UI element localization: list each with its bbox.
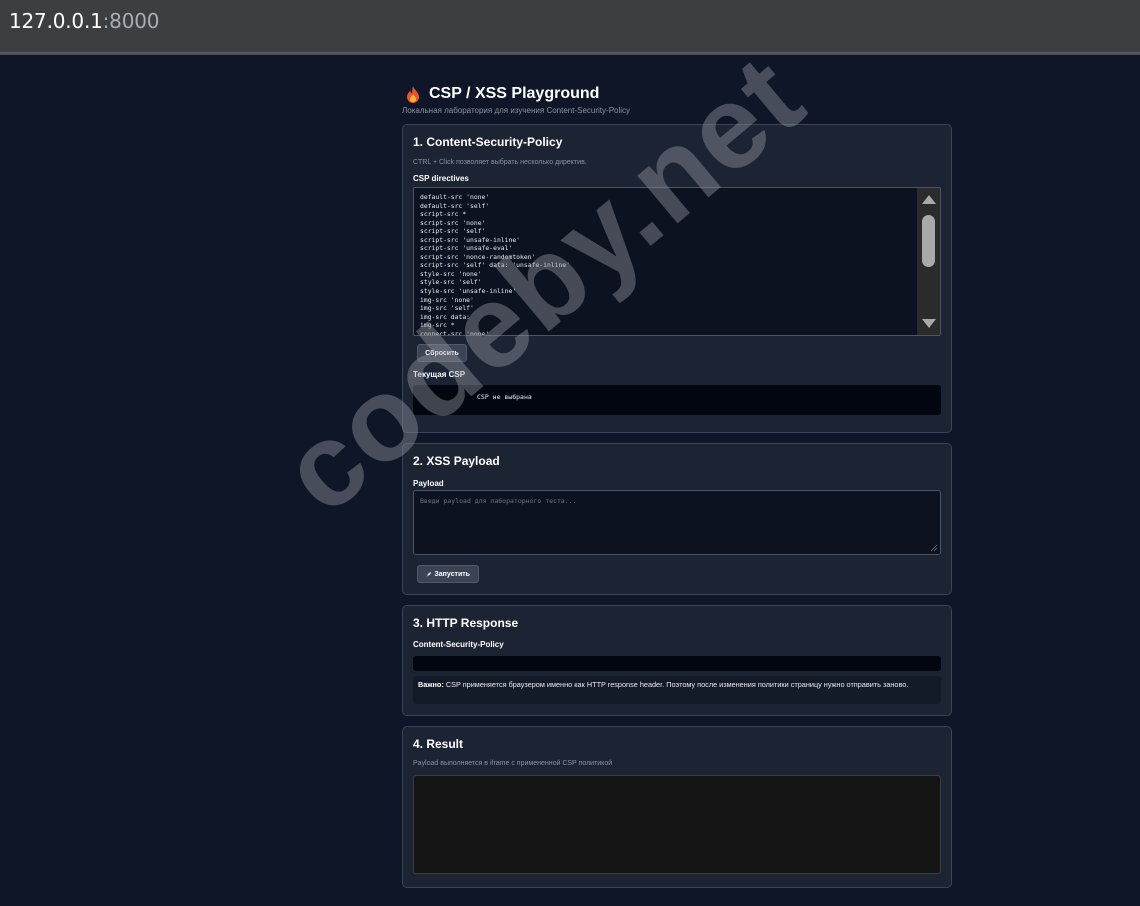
csp-directive-option[interactable]: style-src 'self' <box>420 278 570 287</box>
result-hint: Payload выполняется в iframe с примененн… <box>413 760 613 767</box>
csp-header-value-box <box>413 656 941 671</box>
csp-directive-option[interactable]: style-src 'unsafe-inline' <box>420 287 570 296</box>
run-button-label: Запустить <box>434 570 470 578</box>
current-csp-value: CSP не выбрана <box>477 393 532 401</box>
payload-section-title: 2. XSS Payload <box>413 454 500 468</box>
current-csp-label: Текущая CSP <box>413 370 466 379</box>
response-section-title: 3. HTTP Response <box>413 616 519 630</box>
csp-directive-option[interactable]: img-src data: <box>420 313 570 322</box>
csp-directives-label: CSP directives <box>413 174 469 183</box>
csp-directive-option[interactable]: script-src 'none' <box>420 219 570 228</box>
page-subtitle: Локальная лаборатория для изучения Conte… <box>402 106 631 115</box>
payload-input[interactable]: Введи payload для лабораторного теста... <box>413 490 941 555</box>
csp-directive-option[interactable]: script-src 'unsafe-inline' <box>420 236 570 245</box>
reset-button[interactable]: Сбросить <box>417 344 467 362</box>
payload-card: 2. XSS Payload Payload Введи payload для… <box>402 443 952 595</box>
csp-directive-option[interactable]: img-src 'self' <box>420 304 570 313</box>
urlbar-divider <box>0 53 1140 55</box>
csp-directive-option[interactable]: script-src * <box>420 210 570 219</box>
result-card: 4. Result Payload выполняется в iframe с… <box>402 726 952 888</box>
csp-directives-select[interactable]: default-src 'none' default-src 'self' scri… <box>413 187 941 336</box>
note-bold: Важно: <box>418 680 444 689</box>
csp-card: 1. Content-Security-Policy CTRL + Click … <box>402 124 952 433</box>
url-host: 127.0.0.1 <box>9 9 103 33</box>
result-section-title: 4. Result <box>413 737 464 751</box>
http-response-card: 3. HTTP Response Content-Security-Policy… <box>402 605 952 716</box>
csp-directive-option[interactable]: img-src 'none' <box>420 296 570 305</box>
scroll-up-arrow-icon[interactable] <box>922 195 936 204</box>
fire-icon <box>407 85 419 103</box>
resize-grip-icon[interactable] <box>930 544 938 552</box>
csp-directive-option[interactable]: script-src 'self' <box>420 227 570 236</box>
scroll-thumb[interactable] <box>922 215 935 267</box>
csp-directive-option[interactable]: script-src 'nonce-randomtoken' <box>420 253 570 262</box>
note-text: CSP применяется браузером именно как HTT… <box>443 680 909 689</box>
csp-directive-option[interactable]: style-src 'none' <box>420 270 570 279</box>
scroll-down-arrow-icon[interactable] <box>922 319 936 328</box>
csp-directive-option[interactable]: default-src 'none' <box>420 193 570 202</box>
page-title: CSP / XSS Playground <box>429 85 600 102</box>
csp-section-title: 1. Content-Security-Policy <box>413 135 563 149</box>
csp-directive-option[interactable]: img-src * <box>420 321 570 330</box>
current-csp-box: CSP не выбрана <box>413 385 941 415</box>
url-text[interactable]: 127.0.0.1:8000 <box>9 9 159 33</box>
csp-header-label: Content-Security-Policy <box>413 640 504 649</box>
csp-hint: CTRL + Click позволяет выбрать несколько… <box>413 159 587 166</box>
csp-directive-option[interactable]: script-src 'unsafe-eval' <box>420 244 570 253</box>
csp-directive-option[interactable]: script-src 'self' data: 'unsafe-inline' <box>420 261 570 270</box>
result-iframe[interactable] <box>413 775 941 874</box>
run-button[interactable]: Запустить <box>417 565 479 583</box>
csp-directives-list[interactable]: default-src 'none' default-src 'self' scri… <box>420 193 570 335</box>
payload-label: Payload <box>413 479 444 488</box>
url-port: :8000 <box>102 9 160 33</box>
csp-directive-option[interactable]: default-src 'self' <box>420 202 570 211</box>
payload-placeholder: Введи payload для лабораторного теста... <box>420 497 577 505</box>
page-header: CSP / XSS Playground Локальная лаборатор… <box>402 82 952 115</box>
csp-directive-option[interactable]: connect-src 'none' <box>420 330 570 335</box>
browser-url-bar[interactable]: 127.0.0.1:8000 <box>0 0 1140 53</box>
rocket-icon <box>426 571 432 577</box>
important-note: Важно: CSP применяется браузером именно … <box>413 676 941 704</box>
select-scrollbar[interactable] <box>917 188 940 335</box>
